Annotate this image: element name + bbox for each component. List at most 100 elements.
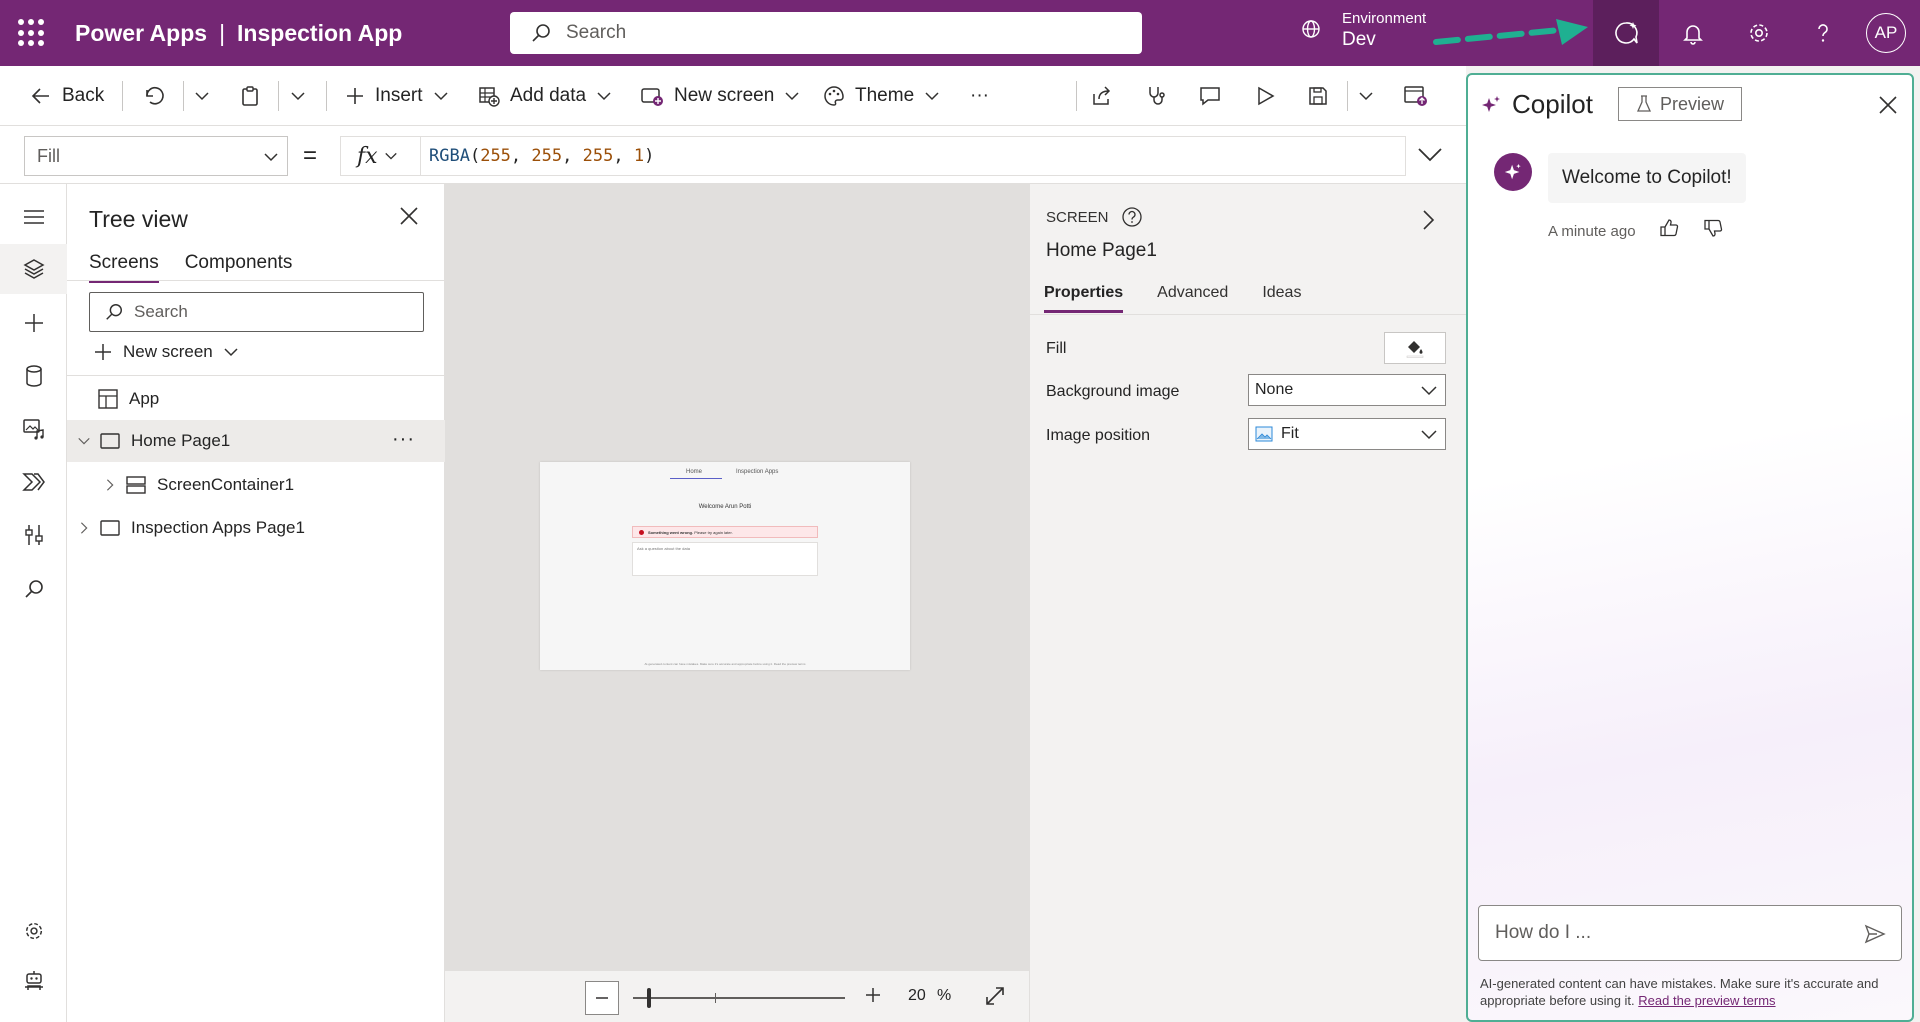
insert-button[interactable]: Insert	[345, 66, 449, 126]
zoom-in-button[interactable]	[863, 985, 883, 1010]
tree-item-home-page1[interactable]: Home Page1 ···	[67, 420, 445, 462]
notifications-button[interactable]	[1660, 0, 1726, 66]
chevron-right-icon	[1423, 210, 1435, 230]
user-avatar[interactable]: AP	[1866, 13, 1906, 53]
tree-item-app[interactable]: App	[67, 378, 445, 420]
settings-button[interactable]	[1726, 0, 1792, 66]
property-dropdown[interactable]: Fill	[24, 136, 288, 176]
tree-item-label: ScreenContainer1	[157, 475, 295, 494]
thumbs-up-button[interactable]	[1658, 217, 1680, 244]
fit-to-window-button[interactable]	[983, 984, 1007, 1013]
product-name[interactable]: Power Apps	[75, 20, 207, 46]
formula-arg-green: 255	[531, 146, 563, 166]
theme-button[interactable]: Theme	[823, 66, 940, 126]
screen-preview[interactable]: Home Inspection Apps Welcome Arun Potti …	[540, 462, 910, 670]
publish-icon	[1404, 86, 1427, 106]
save-button[interactable]	[1307, 66, 1329, 126]
tab-advanced[interactable]: Advanced	[1157, 284, 1228, 313]
tree-view-title: Tree view	[89, 206, 188, 232]
paste-button[interactable]	[238, 66, 262, 126]
more-commands-button[interactable]: ···	[970, 66, 989, 126]
function-picker[interactable]: fx	[340, 136, 420, 176]
thumbs-down-button[interactable]	[1702, 217, 1724, 244]
tree-item-label: App	[129, 389, 160, 408]
tools-rail-button[interactable]	[0, 510, 67, 560]
zoom-slider[interactable]	[633, 997, 845, 999]
preview-terms-link[interactable]: Read the preview terms	[1638, 993, 1775, 1008]
zoom-value[interactable]: 20	[908, 987, 926, 1005]
chevron-down-icon	[1359, 92, 1373, 101]
tree-item-screencontainer1[interactable]: ScreenContainer1	[67, 464, 445, 506]
play-icon	[1258, 86, 1275, 106]
zoom-out-button[interactable]	[585, 981, 619, 1015]
virtual-agent-rail-button[interactable]	[0, 956, 67, 1006]
tab-components[interactable]: Components	[185, 252, 293, 283]
question-mark-icon	[1818, 24, 1828, 42]
comments-button[interactable]	[1198, 66, 1222, 126]
message-timestamp: A minute ago	[1548, 223, 1636, 240]
zoom-slider-thumb[interactable]	[647, 988, 651, 1008]
settings-rail-button[interactable]	[0, 906, 67, 956]
global-search[interactable]: Search	[510, 12, 1142, 54]
tab-ideas[interactable]: Ideas	[1262, 284, 1301, 313]
more-options-icon[interactable]: ···	[392, 428, 415, 451]
divider	[67, 280, 445, 281]
close-tree-view-button[interactable]	[399, 206, 419, 231]
expand-icon	[986, 987, 1004, 1005]
expand-properties-button[interactable]	[1418, 208, 1438, 237]
new-screen-button[interactable]: New screen	[640, 66, 800, 126]
publish-button[interactable]	[1403, 66, 1429, 126]
search-rail-button[interactable]	[0, 564, 67, 614]
tree-item-inspection-apps-page1[interactable]: Inspection Apps Page1	[67, 507, 445, 549]
data-rail-button[interactable]	[0, 351, 67, 401]
menu-button[interactable]	[0, 192, 67, 242]
expand-formula-button[interactable]	[1416, 142, 1444, 171]
copilot-message: Welcome to Copilot!	[1548, 153, 1746, 203]
plus-icon	[95, 344, 111, 360]
design-canvas[interactable]: Home Inspection Apps Welcome Arun Potti …	[445, 184, 1029, 1022]
background-image-dropdown[interactable]: None	[1248, 374, 1446, 406]
tab-properties[interactable]: Properties	[1044, 284, 1124, 313]
preview-welcome: Welcome Arun Potti	[698, 504, 752, 510]
tree-view-button[interactable]	[0, 244, 67, 294]
help-circle-icon[interactable]	[1121, 206, 1143, 228]
tree-search-input[interactable]: Search	[89, 292, 424, 332]
properties-pane: SCREEN Home Page1 Properties Advanced Id…	[1029, 184, 1467, 1022]
copilot-header-button[interactable]	[1593, 0, 1659, 66]
environment-picker[interactable]: Environment Dev	[1300, 8, 1426, 50]
send-button[interactable]	[1863, 922, 1887, 952]
copilot-prompt-input[interactable]: How do I ...	[1478, 905, 1902, 961]
insert-rail-button[interactable]	[0, 298, 67, 348]
thumbs-down-icon	[1704, 219, 1723, 237]
tab-screens[interactable]: Screens	[89, 252, 159, 283]
save-dropdown[interactable]	[1358, 66, 1374, 126]
image-position-dropdown[interactable]: Fit	[1248, 418, 1446, 450]
error-icon	[639, 530, 644, 536]
power-automate-rail-button[interactable]	[0, 457, 67, 507]
tree-view-pane: Tree view Screens Components Search New …	[67, 184, 445, 1022]
undo-dropdown[interactable]	[194, 66, 210, 126]
formula-input[interactable]: RGBA(255, 255, 255, 1)	[420, 136, 1406, 176]
share-button[interactable]	[1090, 66, 1114, 126]
add-data-button[interactable]: Add data	[478, 66, 612, 126]
zoom-bar: 20 %	[445, 970, 1029, 1022]
media-rail-button[interactable]	[0, 404, 67, 454]
app-checker-button[interactable]	[1145, 66, 1169, 126]
paste-dropdown[interactable]	[290, 66, 306, 126]
chevron-down-icon	[384, 152, 397, 160]
fill-color-picker[interactable]	[1384, 332, 1446, 364]
separator	[122, 81, 123, 111]
stethoscope-icon	[1149, 87, 1165, 105]
bot-icon	[24, 971, 43, 990]
plus-icon	[24, 314, 43, 332]
undo-button[interactable]	[143, 66, 165, 126]
chevron-down-icon	[195, 92, 209, 101]
plus-icon	[866, 988, 880, 1002]
app-header: Power Apps | Inspection App Search Environ…	[0, 0, 1920, 66]
tree-new-screen-button[interactable]: New screen	[93, 342, 239, 362]
close-copilot-button[interactable]	[1878, 95, 1898, 120]
help-button[interactable]	[1790, 0, 1856, 66]
app-launcher-icon[interactable]	[18, 19, 46, 47]
back-button[interactable]: Back	[30, 66, 104, 126]
preview-app-button[interactable]	[1254, 66, 1276, 126]
